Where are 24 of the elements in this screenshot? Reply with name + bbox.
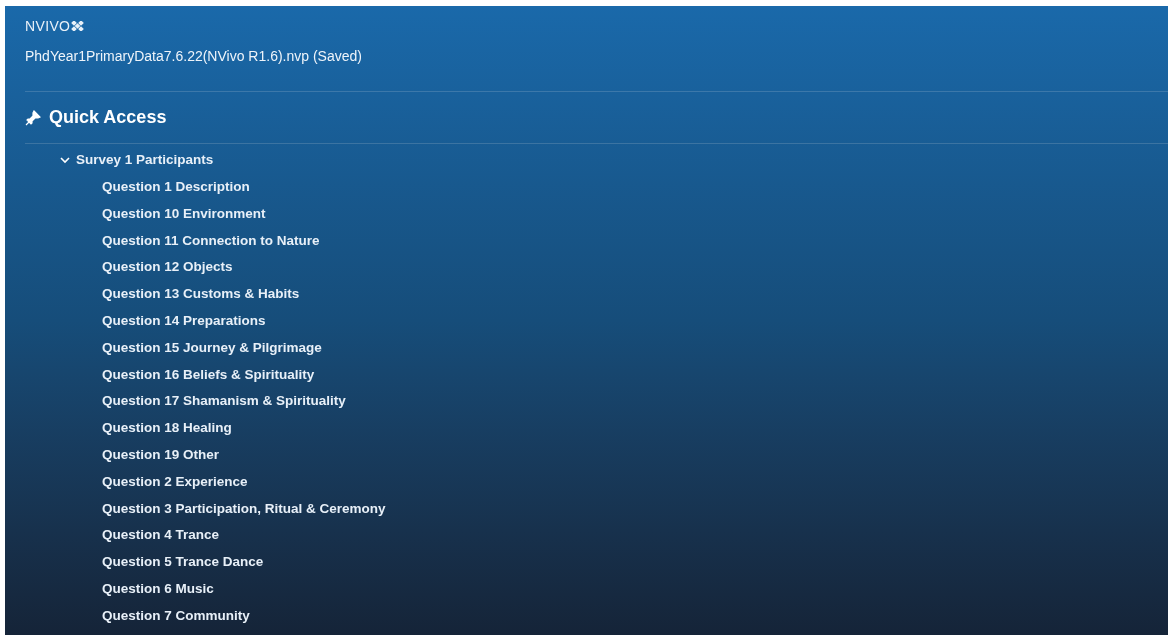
tree-item[interactable]: Question 1 Description [102, 177, 250, 198]
tree-item[interactable]: Question 19 Other [102, 445, 220, 466]
tree-item[interactable]: Question 13 Customs & Habits [102, 284, 300, 305]
app-logo: NVIVO [25, 16, 71, 36]
tree-item[interactable]: Question 17 Shamanism & Spirituality [102, 391, 346, 412]
tree-item[interactable]: Question 7 Community [102, 605, 250, 627]
tree-item[interactable]: Question 11 Connection to Nature [102, 230, 320, 251]
tree-item[interactable]: Question 14 Preparations [102, 311, 266, 332]
tree-item[interactable]: Question 6 Music [102, 579, 214, 600]
chevron-icon[interactable] [60, 155, 70, 166]
tree-item[interactable]: Survey 1 Participants [76, 150, 214, 171]
section-title[interactable]: Quick Access [49, 104, 167, 131]
pin-icon [25, 109, 41, 126]
tree-item[interactable]: Question 16 Beliefs & Spirituality [102, 364, 315, 385]
tree-item[interactable]: Question 3 Participation, Ritual & Ceremony [102, 498, 386, 519]
dots-icon [71, 21, 86, 31]
tree-item[interactable]: Question 10 Environment [102, 203, 266, 225]
tree-item[interactable]: Question 15 Journey & Pilgrimage [102, 337, 322, 359]
tree-item[interactable]: Question 12 Objects [102, 257, 233, 278]
tree-item[interactable]: Question 5 Trance Dance [102, 552, 264, 573]
tree-item[interactable]: Question 4 Trance [102, 525, 220, 546]
tree-item[interactable]: Question 18 Healing [102, 418, 232, 439]
tree-item[interactable]: Question 2 Experience [102, 471, 248, 493]
project-title: PhdYear1PrimaryData7.6.22(NVivo R1.6).nvp (Saved) [25, 47, 363, 66]
